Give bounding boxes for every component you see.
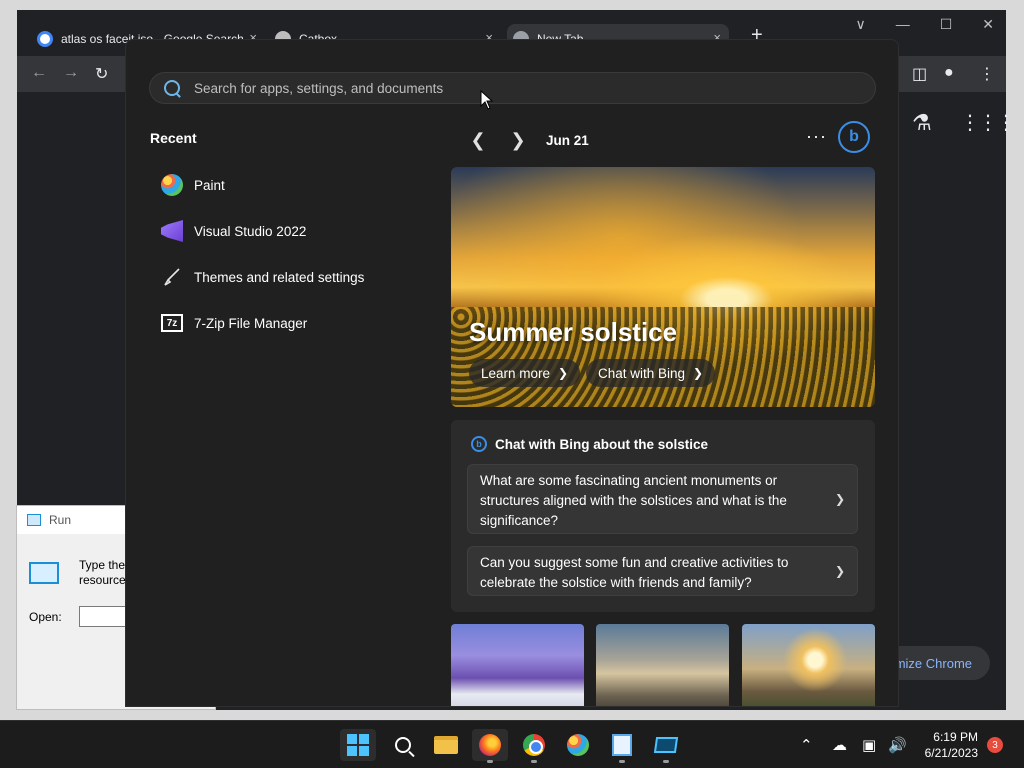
chat-prompt-text: What are some fascinating ancient monume… (480, 473, 787, 528)
recent-heading: Recent (150, 130, 197, 146)
chrome-icon (523, 734, 545, 756)
chat-with-bing-button[interactable]: Chat with Bing ❯ (586, 359, 716, 387)
volume-icon[interactable]: 🔊 (888, 721, 907, 768)
taskbar-firefox[interactable] (472, 729, 508, 763)
close-button[interactable]: ✕ (982, 16, 994, 33)
bing-icon: b (471, 436, 487, 452)
chevron-right-icon: ❯ (834, 564, 845, 578)
paint-icon (567, 734, 589, 756)
start-button[interactable] (340, 729, 376, 761)
minimize-button[interactable]: — (896, 16, 910, 33)
7zip-icon: 7z (160, 311, 184, 335)
show-hidden-icons-button[interactable]: ⌃ (800, 721, 813, 768)
search-icon (164, 80, 180, 96)
visual-studio-icon (160, 219, 184, 243)
paint-icon (160, 173, 184, 197)
run-open-label: Open: (29, 610, 62, 624)
taskbar-search-button[interactable] (385, 729, 421, 761)
hero-title: Summer solstice (469, 317, 678, 347)
notepad-icon (612, 734, 632, 756)
recent-item-label: 7-Zip File Manager (194, 315, 308, 331)
bing-icon[interactable]: b (838, 121, 870, 153)
recent-item-label: Visual Studio 2022 (194, 223, 307, 239)
chevron-right-icon[interactable]: ❯ (498, 130, 538, 151)
run-description: Type the resource (79, 558, 126, 588)
run-description-line: resource (79, 573, 126, 587)
search-icon (395, 737, 411, 753)
chat-prompt-1[interactable]: What are some fascinating ancient monume… (467, 464, 858, 534)
taskbar: ⌃ ☁ ▣ 🔊 6:19 PM 6/21/2023 3 (0, 720, 1024, 768)
notification-badge[interactable]: 3 (987, 737, 1003, 753)
clock-date: 6/21/2023 (924, 746, 978, 760)
window-controls: ∨ — ☐ ✕ (855, 16, 994, 33)
firefox-icon (479, 734, 501, 756)
recent-item-themes[interactable]: Themes and related settings (150, 254, 430, 300)
more-options-icon[interactable]: ··· (806, 126, 827, 147)
labs-icon[interactable]: ⚗ (912, 110, 932, 136)
learn-more-label: Learn more (481, 365, 551, 381)
search-input[interactable]: Search for apps, settings, and documents (194, 81, 443, 96)
learn-more-button[interactable]: Learn more ❯ (469, 359, 581, 387)
clock-time: 6:19 PM (933, 730, 978, 744)
running-indicator (487, 760, 493, 763)
google-apps-icon[interactable]: ⋮⋮⋮ (960, 110, 1016, 135)
recent-item-paint[interactable]: Paint (150, 162, 430, 208)
recent-item-7zip[interactable]: 7z 7-Zip File Manager (150, 300, 430, 346)
onedrive-icon[interactable]: ☁ (832, 721, 847, 768)
chat-with-bing-label: Chat with Bing (598, 365, 686, 381)
mouse-cursor-icon (480, 90, 494, 110)
chevron-left-icon[interactable]: ❮ (458, 130, 498, 151)
chevron-right-icon: ❯ (693, 366, 704, 380)
side-panel-icon[interactable]: ◫ (912, 64, 927, 84)
run-title: Run (49, 513, 72, 527)
taskbar-chrome[interactable] (516, 729, 552, 763)
hero-card-summer-solstice[interactable]: Summer solstice Learn more ❯ Chat with B… (451, 167, 875, 407)
highlights-date: Jun 21 (546, 132, 589, 148)
recent-item-label: Paint (194, 177, 225, 193)
brush-icon (160, 265, 184, 289)
windows-logo-icon (347, 734, 369, 756)
running-indicator (531, 760, 537, 763)
recent-list: Paint Visual Studio 2022 Themes and rela… (150, 162, 430, 346)
start-search-panel: Search for apps, settings, and documents… (125, 39, 899, 707)
network-icon[interactable]: ▣ (862, 721, 876, 768)
chat-card-heading: b Chat with Bing about the solstice (471, 436, 708, 452)
run-description-line: Type the (79, 558, 126, 572)
search-box[interactable]: Search for apps, settings, and documents (149, 72, 876, 104)
run-icon (653, 737, 679, 753)
profile-icon[interactable]: ● (944, 64, 954, 82)
running-indicator (663, 760, 669, 763)
running-indicator (619, 760, 625, 763)
maximize-button[interactable]: ☐ (940, 16, 953, 33)
chat-prompt-2[interactable]: Can you suggest some fun and creative ac… (467, 546, 858, 596)
google-favicon-icon (37, 31, 53, 47)
bing-chat-card: b Chat with Bing about the solstice What… (451, 420, 875, 612)
folder-icon (434, 736, 458, 754)
highlight-thumbnails (451, 624, 875, 706)
chat-card-heading-text: Chat with Bing about the solstice (495, 436, 709, 452)
stonehenge-thumbnail[interactable] (742, 624, 875, 706)
tab-search-icon[interactable]: ∨ (855, 16, 865, 33)
taskbar-notepad[interactable] (604, 729, 640, 763)
highlights-date-nav: ❮ ❯ Jun 21 (458, 128, 589, 152)
chevron-up-icon: ⌃ (800, 737, 813, 754)
back-icon[interactable]: ← (31, 64, 47, 82)
taskbar-file-explorer[interactable] (428, 729, 464, 761)
menu-icon[interactable]: ⋮ (979, 64, 995, 84)
taskbar-paint[interactable] (560, 729, 596, 761)
forward-icon[interactable]: → (63, 64, 79, 82)
taskbar-clock[interactable]: 6:19 PM 6/21/2023 (918, 729, 978, 761)
person-at-lake-thumbnail[interactable] (596, 624, 729, 706)
recent-item-visual-studio[interactable]: Visual Studio 2022 (150, 208, 430, 254)
chat-prompt-text: Can you suggest some fun and creative ac… (480, 555, 789, 590)
run-icon (27, 514, 41, 526)
chevron-right-icon: ❯ (834, 492, 845, 506)
chevron-right-icon: ❯ (558, 366, 569, 380)
run-dialog-icon (29, 562, 59, 584)
recent-item-label: Themes and related settings (194, 269, 365, 285)
reload-icon[interactable]: ↻ (95, 64, 108, 84)
crocus-flowers-thumbnail[interactable] (451, 624, 584, 706)
taskbar-run[interactable] (648, 729, 684, 763)
